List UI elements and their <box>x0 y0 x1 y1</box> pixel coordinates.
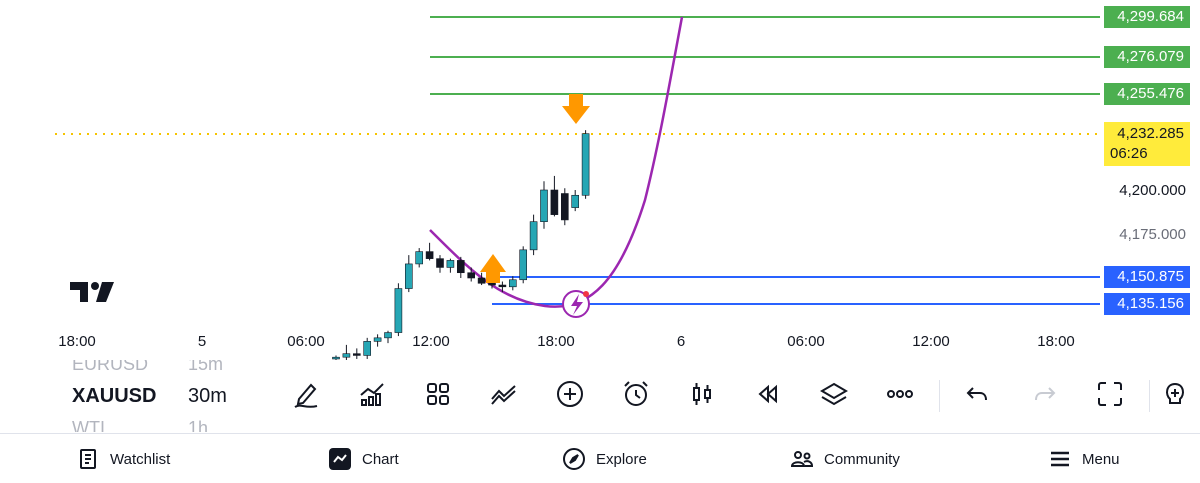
time-axis-label: 06:00 <box>287 333 325 350</box>
candle[interactable] <box>352 353 361 356</box>
menu-icon <box>1051 451 1069 467</box>
chart-area[interactable]: 4,299.684 4,276.079 4,255.476 4,232.285 … <box>0 0 1200 360</box>
candle[interactable] <box>363 341 372 356</box>
toolbar-divider <box>939 380 940 412</box>
replay-icon[interactable] <box>746 372 790 416</box>
candle[interactable] <box>384 332 392 339</box>
more-icon[interactable] <box>878 372 922 416</box>
sl2-price-label[interactable]: 4,135.156 <box>1104 293 1190 315</box>
nav-community[interactable]: Community <box>790 434 900 483</box>
nav-chart[interactable]: Chart <box>328 434 399 483</box>
candle[interactable] <box>394 288 403 333</box>
alarm-icon[interactable] <box>614 372 658 416</box>
candle[interactable] <box>550 189 559 215</box>
symbol-row-prev[interactable]: EURUSD 15m <box>72 360 223 375</box>
nav-explore[interactable]: Explore <box>562 434 647 483</box>
add-circle-icon[interactable] <box>548 372 592 416</box>
symbol-timeframe: 1h <box>188 418 209 432</box>
tp1-price-label[interactable]: 4,255.476 <box>1104 83 1190 105</box>
candle[interactable] <box>508 279 517 288</box>
multi-chart-icon[interactable] <box>482 372 526 416</box>
nav-label: Watchlist <box>110 450 171 468</box>
time-axis-label: 12:00 <box>912 333 950 350</box>
candle[interactable] <box>436 258 444 268</box>
time-axis-label: 6 <box>676 333 686 350</box>
candle[interactable] <box>456 260 465 274</box>
candle[interactable] <box>519 249 528 281</box>
candles-group[interactable] <box>332 130 590 360</box>
candle[interactable] <box>529 221 538 251</box>
fullscreen-icon[interactable] <box>1088 372 1132 416</box>
lightning-alert-icon[interactable] <box>562 290 590 318</box>
chart-icon <box>329 448 351 470</box>
candle[interactable] <box>342 353 351 358</box>
tradingview-logo-icon <box>70 282 114 302</box>
chart-canvas[interactable] <box>0 0 1200 360</box>
bottom-navigation: Watchlist Chart Explore Community Menu <box>0 433 1200 483</box>
current-price-value: 4,232.285 <box>1117 125 1184 142</box>
nav-label: Menu <box>1082 450 1120 468</box>
time-axis-label: 06:00 <box>787 333 825 350</box>
nav-label: Community <box>824 450 900 468</box>
sl1-price-label[interactable]: 4,150.875 <box>1104 266 1190 288</box>
symbol-timeframe: 30m <box>188 385 227 407</box>
redo-icon[interactable] <box>1022 372 1066 416</box>
symbol-name: EURUSD <box>72 360 149 374</box>
current-price-label: 4,232.285 06:26 <box>1104 122 1190 166</box>
candle[interactable] <box>488 282 496 286</box>
chart-toolbar <box>280 366 1200 428</box>
candle[interactable] <box>571 194 580 208</box>
candle[interactable] <box>373 337 382 342</box>
community-icon <box>790 451 814 467</box>
time-axis-label: 18:00 <box>58 333 96 350</box>
symbol-row-next[interactable]: WTI 1h <box>72 418 208 432</box>
candle[interactable] <box>446 260 455 268</box>
idea-icon[interactable] <box>1160 372 1190 416</box>
nav-menu[interactable]: Menu <box>1048 434 1120 483</box>
nav-watchlist[interactable]: Watchlist <box>76 434 170 483</box>
candle[interactable] <box>540 189 548 222</box>
candle[interactable] <box>332 356 340 360</box>
tp3-price-label[interactable]: 4,299.684 <box>1104 6 1190 28</box>
candle-type-icon[interactable] <box>680 372 724 416</box>
tp2-price-label[interactable]: 4,276.079 <box>1104 46 1190 68</box>
candle[interactable] <box>581 133 590 196</box>
nav-label: Chart <box>362 450 399 468</box>
candle[interactable] <box>415 251 424 265</box>
candle[interactable] <box>498 284 507 288</box>
layers-icon[interactable] <box>812 372 856 416</box>
undo-icon[interactable] <box>956 372 1000 416</box>
nav-label: Explore <box>596 450 647 468</box>
candle[interactable] <box>467 272 476 279</box>
time-axis-label: 18:00 <box>537 333 575 350</box>
sell-arrow-icon <box>562 94 590 124</box>
symbol-name: WTI <box>72 418 105 432</box>
indicators-chart-icon[interactable] <box>350 372 394 416</box>
pencil-draw-icon[interactable] <box>284 372 328 416</box>
symbol-name: XAUUSD <box>72 385 157 407</box>
watchlist-icon <box>80 449 96 469</box>
symbol-picker[interactable]: EURUSD 15m XAUUSD 30m WTI 1h <box>72 360 252 432</box>
axis-price-label: 4,175.000 <box>1119 226 1186 243</box>
projection-curve[interactable] <box>429 16 684 308</box>
candle[interactable] <box>560 193 569 221</box>
candle[interactable] <box>425 251 434 259</box>
candle-countdown: 06:26 <box>1110 145 1148 162</box>
toolbar-divider <box>1149 380 1150 412</box>
time-axis-label: 18:00 <box>1037 333 1075 350</box>
compass-icon <box>563 448 585 470</box>
time-axis-label: 5 <box>197 333 207 350</box>
candle[interactable] <box>477 277 486 284</box>
axis-price-label: 4,200.000 <box>1119 182 1186 199</box>
symbol-row-current[interactable]: XAUUSD 30m <box>72 385 227 408</box>
grid-layout-icon[interactable] <box>416 372 460 416</box>
time-axis-label: 12:00 <box>412 333 450 350</box>
candle[interactable] <box>404 263 413 289</box>
symbol-timeframe: 15m <box>188 360 224 374</box>
